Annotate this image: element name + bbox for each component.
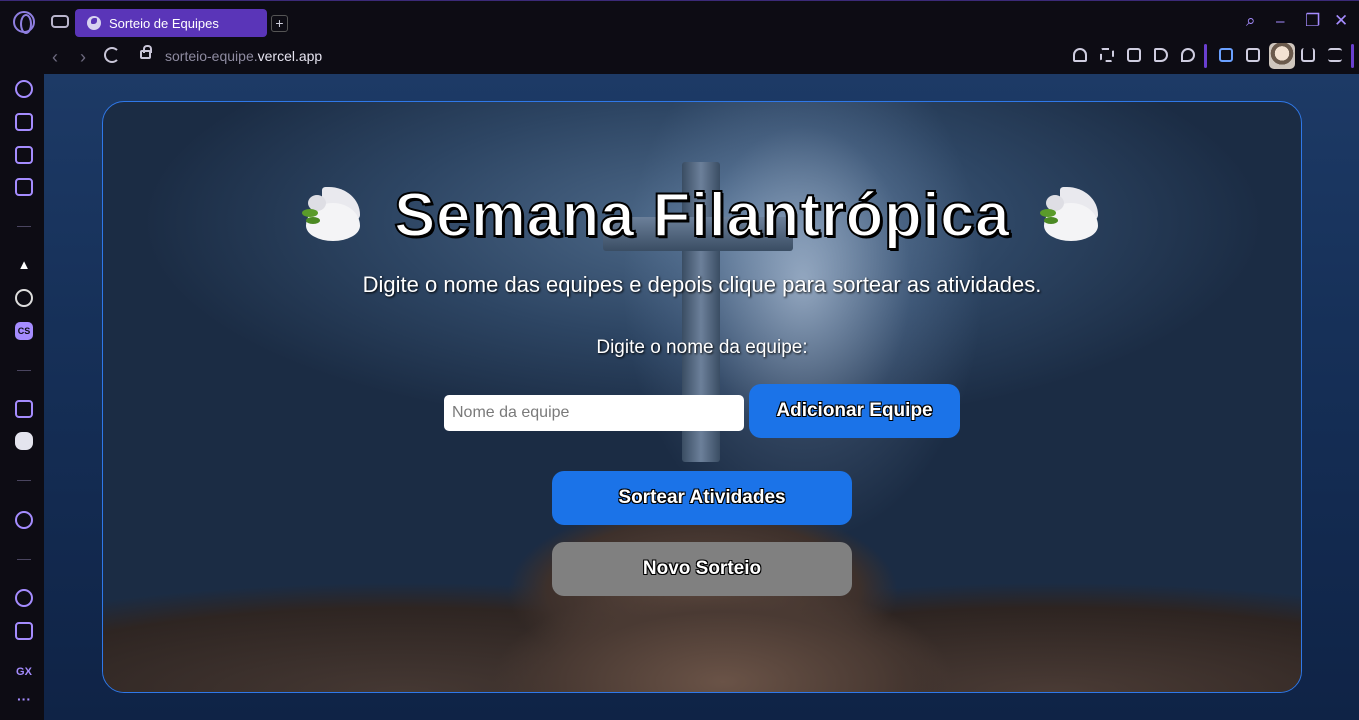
search-icon[interactable]: ⌕ (1246, 11, 1256, 31)
globe-icon (87, 16, 101, 30)
close-icon[interactable]: ✕ (1334, 11, 1348, 31)
sidebar-divider (17, 480, 31, 481)
team-name-input[interactable] (444, 395, 744, 431)
dove-icon (300, 185, 366, 247)
easy-setup-icon[interactable] (1328, 48, 1342, 62)
new-tab-button[interactable]: + (271, 15, 288, 32)
flow-icon[interactable] (1154, 48, 1168, 62)
discord-icon[interactable] (15, 432, 33, 450)
pin-icon[interactable] (1073, 48, 1087, 62)
player-icon[interactable] (15, 511, 33, 529)
cs-icon[interactable]: CS (15, 322, 33, 340)
gamepad-icon[interactable] (51, 15, 69, 28)
add-team-button[interactable]: Adicionar Equipe (749, 384, 960, 438)
forward-icon[interactable]: › (80, 47, 86, 68)
reload-icon[interactable] (104, 47, 120, 63)
page-title: Semana Filantrópica (393, 180, 1010, 251)
translate-icon[interactable] (1219, 48, 1233, 62)
team-input-label: Digite o nome da equipe: (596, 337, 808, 358)
sidebar-divider (17, 559, 31, 560)
extensions-icon[interactable] (1246, 48, 1260, 62)
sidebar: ▲ CS GX ··· (0, 74, 44, 720)
snapshot-icon[interactable] (1100, 48, 1114, 62)
title-row: Semana Filantrópica (103, 180, 1301, 251)
more-icon[interactable]: ··· (15, 692, 33, 712)
page-viewport: Semana Filantrópica Digite o nome das eq… (44, 74, 1359, 720)
history-icon[interactable] (15, 589, 33, 607)
toolbar-divider (1204, 44, 1207, 68)
extensions-sidebar-icon[interactable] (15, 622, 33, 640)
browser-window: Sorteio de Equipes + ⌕ ⎯ ❐ ✕ ‹ › sorteio… (0, 0, 1359, 720)
active-tab[interactable]: Sorteio de Equipes (75, 9, 267, 37)
address-bar: ‹ › sorteio-equipe.vercel.app (0, 42, 1359, 74)
messenger-icon[interactable] (15, 178, 33, 196)
sidebar-divider (17, 226, 31, 227)
tab-bar: Sorteio de Equipes + ⌕ ⎯ ❐ ✕ (0, 0, 1359, 42)
speed-dial-icon[interactable] (15, 80, 33, 98)
sidebar-divider (17, 370, 31, 371)
profile-avatar[interactable] (1269, 43, 1295, 69)
opera-logo-icon[interactable] (13, 11, 35, 34)
wallpaper-icon[interactable] (15, 146, 33, 164)
tab-title: Sorteio de Equipes (109, 15, 219, 31)
lock-icon[interactable] (140, 45, 152, 59)
chatgpt-icon[interactable] (15, 289, 33, 307)
dove-icon (1038, 185, 1104, 247)
url-field[interactable]: sorteio-equipe.vercel.app (165, 48, 322, 64)
aria-icon[interactable]: ▲ (15, 256, 33, 274)
toolbar-divider-right (1351, 44, 1354, 68)
gx-icon[interactable]: GX (15, 663, 33, 681)
twitch-icon[interactable] (15, 400, 33, 418)
new-draw-button[interactable]: Novo Sorteio (552, 542, 852, 596)
restore-icon[interactable]: ❐ (1305, 11, 1320, 31)
ai-tools-icon[interactable] (15, 113, 33, 131)
page-subtitle: Digite o nome das equipes e depois cliqu… (362, 272, 1042, 297)
minimize-icon[interactable]: ⎯ (1276, 11, 1285, 31)
main-card: Semana Filantrópica Digite o nome das eq… (102, 101, 1302, 693)
heart-icon[interactable] (1181, 48, 1195, 62)
download-icon[interactable] (1301, 48, 1315, 62)
back-icon[interactable]: ‹ (52, 47, 58, 68)
draw-activities-button[interactable]: Sortear Atividades (552, 471, 852, 525)
adblock-icon[interactable] (1127, 48, 1141, 62)
